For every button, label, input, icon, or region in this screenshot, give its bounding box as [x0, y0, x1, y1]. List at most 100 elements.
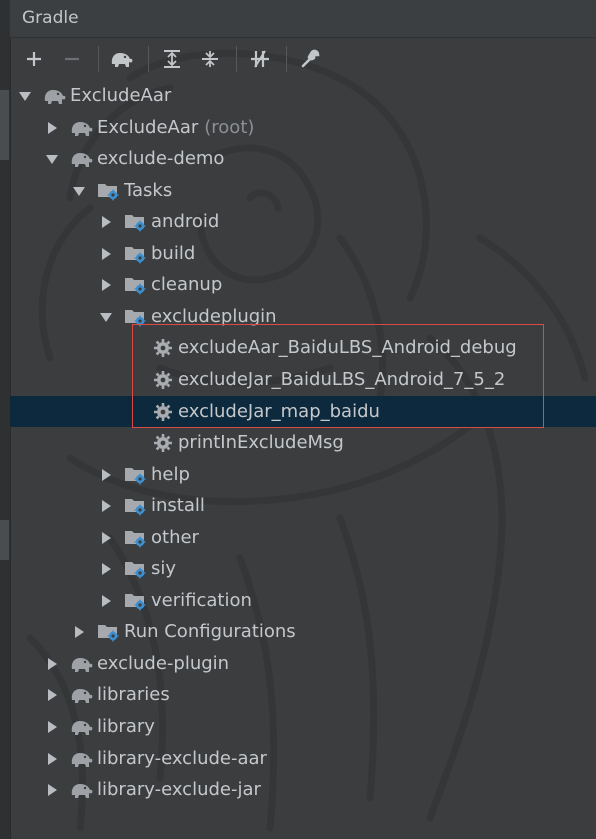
collapse-toggle[interactable]	[72, 184, 86, 198]
expand-toggle[interactable]	[99, 531, 113, 545]
tree-node-row[interactable]: Run Configurations	[10, 616, 596, 647]
tree-node-row[interactable]: library-exclude-aar	[10, 743, 596, 774]
task-folder-icon	[125, 277, 146, 294]
chevron-right-icon	[102, 499, 111, 512]
chevron-down-icon	[19, 91, 31, 101]
run-gradle-task-button[interactable]	[108, 45, 136, 73]
tree-node-row[interactable]: other	[10, 522, 596, 553]
tree-node-icon	[97, 622, 121, 642]
tree-node-icon	[124, 559, 148, 579]
tree-node-icon	[124, 275, 148, 295]
tree-node-label: build	[151, 243, 196, 264]
toggle-offline-button[interactable]	[246, 45, 274, 73]
tree-node-icon	[70, 654, 94, 674]
tree-node-row[interactable]: library-exclude-jar	[10, 774, 596, 805]
tree-node-row[interactable]: ExcludeAar (root)	[10, 112, 596, 143]
tree-node-label: ExcludeAar	[70, 85, 172, 106]
gradle-settings-button[interactable]	[296, 45, 324, 73]
tree-node-row[interactable]: android	[10, 206, 596, 237]
tree-node-icon	[70, 749, 94, 769]
tree-node-icon	[70, 780, 94, 800]
chevron-right-icon	[102, 594, 111, 607]
elephant-icon	[71, 752, 93, 767]
expand-toggle[interactable]	[72, 625, 86, 639]
tree-node-row[interactable]: verification	[10, 585, 596, 616]
chevron-right-icon	[102, 531, 111, 544]
chevron-right-icon	[48, 783, 57, 796]
tree-node-label: exclude-plugin	[97, 653, 230, 674]
plus-icon	[27, 52, 41, 66]
toolbar-separator	[286, 46, 287, 72]
left-edge-mark	[0, 520, 9, 560]
collapse-all-button[interactable]	[196, 45, 224, 73]
expand-toggle[interactable]	[99, 278, 113, 292]
tree-node-label: install	[151, 495, 205, 516]
chevron-right-icon	[75, 625, 84, 638]
add-button[interactable]	[20, 45, 48, 73]
collapse-toggle[interactable]	[45, 152, 59, 166]
tree-node-label: ExcludeAar	[97, 117, 199, 138]
chevron-down-icon	[46, 154, 58, 164]
expand-toggle[interactable]	[99, 215, 113, 229]
expand-toggle[interactable]	[99, 594, 113, 608]
tree-node-label: printInExcludeMsg	[178, 432, 344, 453]
tree-node-row[interactable]: siy	[10, 553, 596, 584]
tree-node-label: siy	[151, 558, 177, 579]
tree-node-icon	[70, 685, 94, 705]
panel-header: Gradle	[10, 0, 596, 38]
tree-node-icon	[124, 244, 148, 264]
tree-node-label: exclude-demo	[97, 148, 225, 169]
tree-node-row[interactable]: library	[10, 711, 596, 742]
expand-toggle[interactable]	[99, 247, 113, 261]
expand-all-icon	[164, 50, 180, 68]
chevron-right-icon	[48, 720, 57, 733]
expand-toggle[interactable]	[45, 657, 59, 671]
gradle-toolbar	[10, 38, 596, 80]
expand-toggle[interactable]	[45, 752, 59, 766]
expand-toggle[interactable]	[45, 720, 59, 734]
tree-node-row[interactable]: build	[10, 238, 596, 269]
tree-node-icon	[97, 181, 121, 201]
remove-button[interactable]	[58, 45, 86, 73]
tree-node-icon	[124, 212, 148, 232]
chevron-right-icon	[102, 468, 111, 481]
tree-node-label: cleanup	[151, 274, 223, 295]
toolbar-separator	[98, 46, 99, 72]
chevron-right-icon	[48, 688, 57, 701]
collapse-toggle[interactable]	[99, 310, 113, 324]
task-folder-icon	[125, 498, 146, 515]
elephant-icon	[71, 152, 93, 167]
expand-toggle[interactable]	[99, 468, 113, 482]
task-folder-icon	[125, 530, 146, 547]
expand-toggle[interactable]	[99, 562, 113, 576]
task-folder-icon	[125, 561, 146, 578]
chevron-right-icon	[102, 562, 111, 575]
tree-node-label: verification	[151, 590, 252, 611]
panel-title: Gradle	[22, 8, 79, 28]
task-folder-icon	[98, 183, 119, 200]
tree-node-row[interactable]: libraries	[10, 679, 596, 710]
task-folder-icon	[125, 246, 146, 263]
collapse-toggle[interactable]	[18, 89, 32, 103]
tree-node-row[interactable]: Tasks	[10, 175, 596, 206]
expand-all-button[interactable]	[158, 45, 186, 73]
tree-node-label: library	[97, 716, 155, 737]
tree-node-row[interactable]: ExcludeAar	[10, 80, 596, 111]
expand-toggle[interactable]	[45, 783, 59, 797]
toolbar-separator	[148, 46, 149, 72]
chevron-down-icon	[100, 312, 112, 322]
expand-toggle[interactable]	[45, 688, 59, 702]
chevron-right-icon	[48, 121, 57, 134]
task-folder-icon	[125, 214, 146, 231]
expand-toggle[interactable]	[45, 121, 59, 135]
tree-node-row[interactable]: exclude-demo	[10, 143, 596, 174]
expand-toggle[interactable]	[99, 499, 113, 513]
task-folder-icon	[125, 593, 146, 610]
tree-node-row[interactable]: install	[10, 490, 596, 521]
tree-node-row[interactable]: exclude-plugin	[10, 648, 596, 679]
tree-node-row[interactable]: help	[10, 459, 596, 490]
tree-node-label: other	[151, 527, 199, 548]
tree-node-icon	[43, 86, 67, 106]
task-row[interactable]: printInExcludeMsg	[10, 427, 596, 458]
tree-node-row[interactable]: cleanup	[10, 269, 596, 300]
